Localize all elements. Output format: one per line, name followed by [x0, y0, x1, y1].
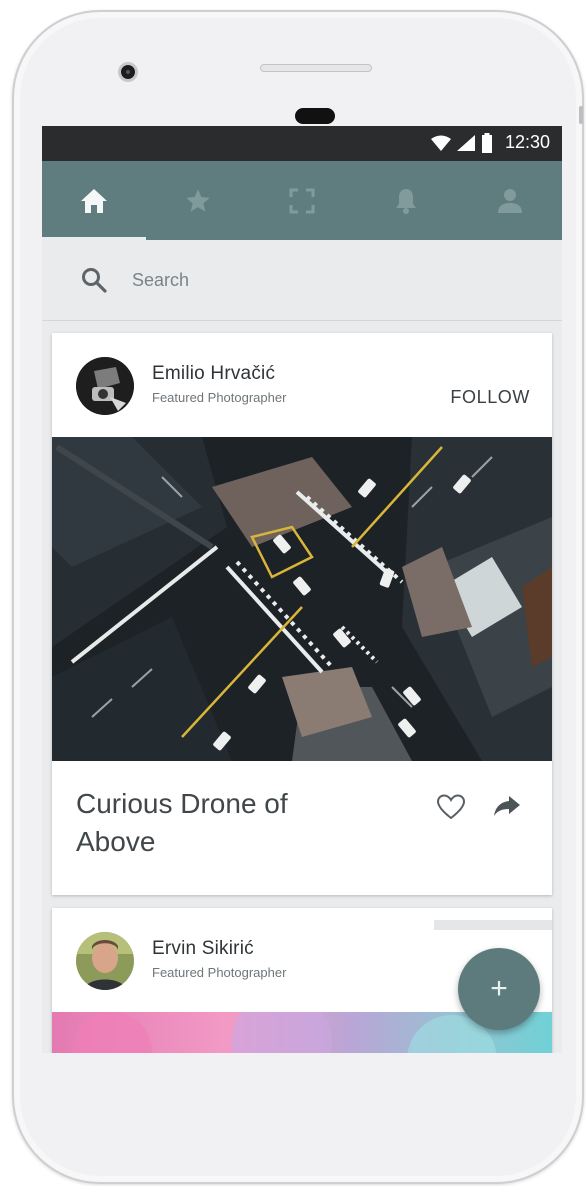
share-icon[interactable]: [493, 795, 521, 817]
search-bar: [42, 240, 562, 321]
front-camera: [118, 62, 138, 82]
avatar[interactable]: [76, 357, 134, 415]
tab-notifications[interactable]: [354, 161, 458, 240]
proximity-sensor: [295, 108, 335, 124]
battery-icon: [481, 132, 492, 153]
active-tab-indicator: [42, 237, 146, 240]
feed-card: Emilio Hrvačić Featured Photographer FOL…: [52, 333, 552, 895]
plus-icon: +: [490, 972, 508, 1005]
tab-favorites[interactable]: [146, 161, 250, 240]
card-header: Emilio Hrvačić Featured Photographer FOL…: [52, 333, 552, 437]
search-input[interactable]: [130, 268, 434, 292]
power-button: [579, 106, 583, 124]
search-icon: [82, 268, 107, 293]
follow-button[interactable]: FOLLOW: [450, 387, 530, 408]
wifi-icon: [430, 135, 451, 151]
home-icon: [81, 188, 107, 213]
tab-profile[interactable]: [458, 161, 562, 240]
heart-icon[interactable]: [436, 793, 466, 821]
avatar[interactable]: [76, 932, 134, 990]
bell-icon: [396, 188, 416, 214]
photographer-name[interactable]: Emilio Hrvačić: [152, 363, 275, 385]
app-screen: 12:30 Search Emilio Hrvačić Featured Pho…: [42, 126, 562, 1053]
overlay-strip: [434, 920, 552, 930]
photographer-name[interactable]: Ervin Sikirić: [152, 938, 254, 960]
post-photo[interactable]: [52, 437, 552, 761]
person-icon: [498, 188, 522, 213]
signal-icon: [456, 134, 475, 151]
post-title[interactable]: Curious Drone of Above: [76, 785, 346, 861]
photographer-role: Featured Photographer: [152, 390, 287, 405]
add-post-button[interactable]: +: [458, 948, 540, 1030]
fullscreen-icon: [289, 188, 315, 213]
tab-fullscreen[interactable]: [250, 161, 354, 240]
status-time: 12:30: [504, 132, 550, 152]
tab-bar: [42, 161, 562, 240]
tab-home[interactable]: [42, 161, 146, 240]
status-bar: 12:30: [42, 126, 562, 161]
star-icon: [186, 188, 210, 211]
photographer-role: Featured Photographer: [152, 965, 287, 980]
earpiece-speaker: [260, 64, 372, 72]
